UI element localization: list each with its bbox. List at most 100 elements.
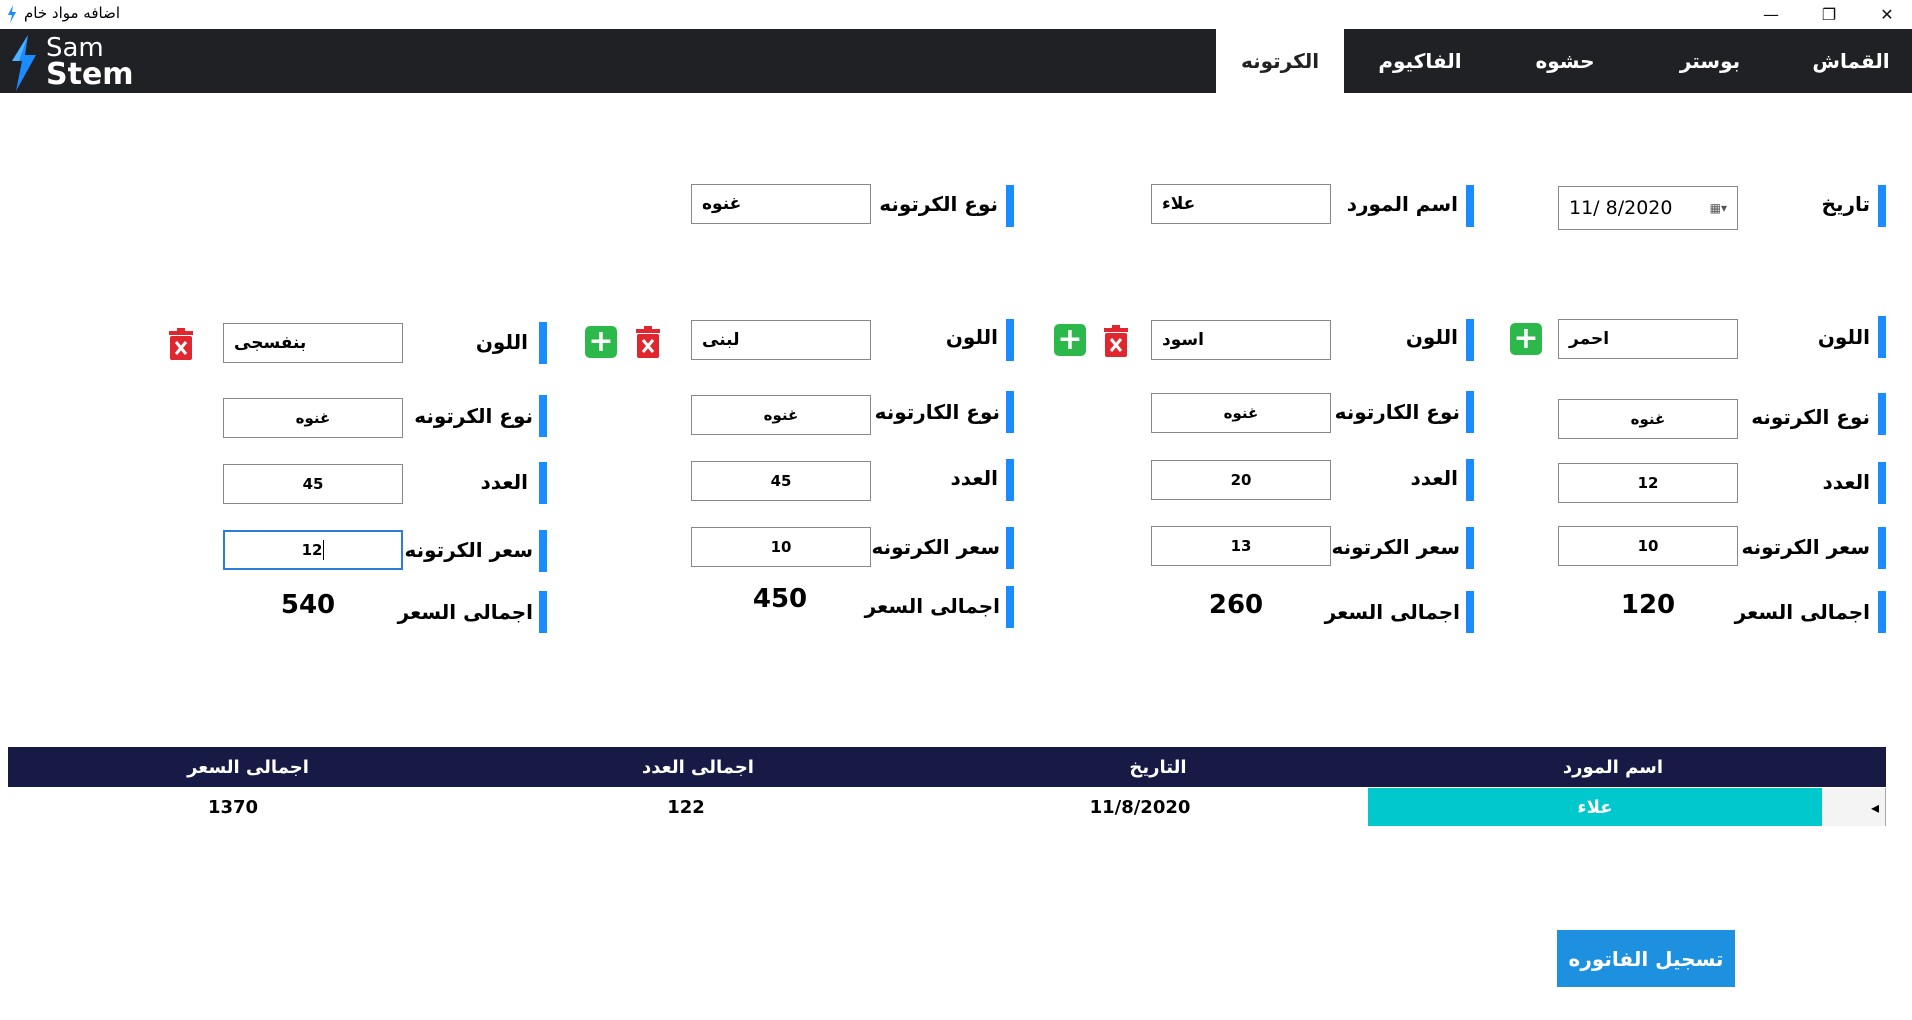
color-input[interactable]: اسود — [1151, 320, 1331, 360]
accent-bar — [1878, 591, 1886, 633]
color-label: اللون — [1405, 325, 1458, 349]
accent-bar — [1466, 527, 1474, 569]
color-input[interactable]: بنفسجى — [223, 323, 403, 363]
count-input[interactable]: 45 — [223, 464, 403, 504]
date-label: تاريخ — [1821, 192, 1870, 216]
grid-cell-date[interactable]: 11/8/2020 — [918, 788, 1362, 826]
type-label: نوع الكارتونه — [1334, 400, 1460, 424]
type-input[interactable]: غنوه — [1151, 393, 1331, 433]
grid-header-total-price[interactable]: اجمالى السعر — [8, 747, 488, 787]
accent-bar — [1466, 391, 1474, 433]
grid-header-total-count[interactable]: اجمالى العدد — [458, 747, 938, 787]
carton-type-input[interactable]: غنوه — [691, 184, 871, 224]
accent-bar — [1006, 391, 1014, 433]
price-input[interactable]: 12 — [223, 530, 403, 570]
accent-bar — [539, 395, 547, 437]
carton-type-label: نوع الكرتونه — [879, 192, 998, 216]
accent-bar — [1466, 591, 1474, 633]
trash-icon — [169, 328, 193, 360]
window-title: اضافه مواد خام — [24, 4, 120, 22]
type-input[interactable]: غنوه — [1558, 399, 1738, 439]
trash-icon — [1104, 325, 1128, 357]
register-invoice-button[interactable]: تسجيل الفاتوره — [1557, 930, 1735, 987]
delete-item-button[interactable] — [1103, 325, 1129, 357]
price-label: سعر الكرتونه — [404, 538, 534, 562]
accent-bar — [1466, 185, 1474, 227]
grid-cell-supplier[interactable]: علاء — [1368, 788, 1822, 826]
price-label: سعر الكرتونه — [1741, 535, 1871, 559]
logo-line2: Stem — [46, 57, 134, 92]
app-icon — [6, 5, 18, 23]
plus-icon: + — [1513, 321, 1539, 356]
total-value: 450 — [752, 584, 808, 614]
tab-fabric[interactable]: القماش — [1790, 29, 1912, 93]
accent-bar — [1006, 586, 1014, 628]
total-value: 120 — [1620, 590, 1676, 620]
tab-carton[interactable]: الكرتونه — [1216, 29, 1344, 93]
total-label: اجمالى السعر — [1734, 600, 1870, 624]
count-input[interactable]: 20 — [1151, 460, 1331, 500]
color-label: اللون — [945, 325, 998, 349]
total-value: 260 — [1208, 590, 1264, 620]
tab-filling[interactable]: حشوه — [1505, 29, 1625, 93]
color-input[interactable]: احمر — [1558, 319, 1738, 359]
tab-poster[interactable]: بوستر — [1650, 29, 1770, 93]
count-label: العدد — [950, 466, 998, 490]
bolt-icon — [8, 35, 38, 95]
plus-icon: + — [588, 324, 614, 359]
color-label: اللون — [1817, 325, 1870, 349]
count-input[interactable]: 12 — [1558, 463, 1738, 503]
accent-bar — [539, 591, 547, 633]
accent-bar — [1006, 527, 1014, 569]
type-input[interactable]: غنوه — [691, 395, 871, 435]
accent-bar — [1006, 459, 1014, 501]
title-bar: اضافه مواد خام — ❐ ✕ — [0, 0, 1912, 29]
delete-item-button[interactable] — [635, 326, 661, 358]
accent-bar — [539, 462, 547, 504]
calendar-dropdown-icon[interactable]: ▦▾ — [1710, 201, 1727, 215]
count-label: العدد — [1410, 466, 1458, 490]
type-label: نوع الكارتونه — [874, 400, 1000, 424]
add-item-button[interactable]: + — [585, 326, 617, 358]
accent-bar — [1878, 185, 1886, 227]
restore-button[interactable]: ❐ — [1806, 0, 1852, 29]
type-input[interactable]: غنوه — [223, 398, 403, 438]
delete-item-button[interactable] — [168, 328, 194, 360]
price-label: سعر الكرتونه — [871, 535, 1001, 559]
add-item-button[interactable]: + — [1054, 324, 1086, 356]
supplier-label: اسم المورد — [1346, 192, 1458, 216]
tab-vacuum[interactable]: الفاكيوم — [1360, 29, 1480, 93]
accent-bar — [1878, 393, 1886, 435]
accent-bar — [1006, 185, 1014, 227]
color-input[interactable]: لبنى — [691, 320, 871, 360]
accent-bar — [1006, 319, 1014, 361]
grid-header-date[interactable]: التاريخ — [918, 747, 1398, 787]
date-value: 11/ 8/2020 — [1569, 197, 1673, 219]
accent-bar — [1878, 316, 1886, 358]
supplier-input[interactable]: علاء — [1151, 184, 1331, 224]
price-input[interactable]: 10 — [691, 527, 871, 567]
total-label: اجمالى السعر — [397, 600, 533, 624]
price-input[interactable]: 13 — [1151, 526, 1331, 566]
grid-cell-total-price[interactable]: 1370 — [8, 788, 458, 826]
type-label: نوع الكرتونه — [1751, 405, 1870, 429]
minimize-button[interactable]: — — [1748, 0, 1794, 29]
accent-bar — [539, 530, 547, 572]
date-picker[interactable]: 11/ 8/2020 ▦▾ — [1558, 186, 1738, 230]
grid-header-supplier[interactable]: اسم المورد — [1368, 747, 1858, 787]
count-input[interactable]: 45 — [691, 461, 871, 501]
type-label: نوع الكرتونه — [414, 404, 533, 428]
header-bar: Sam Stem القماش بوستر حشوه الفاكيوم الكر… — [0, 29, 1912, 93]
grid-header: اسم المورد التاريخ اجمالى العدد اجمالى ا… — [8, 747, 1886, 787]
total-value: 540 — [280, 590, 336, 620]
row-indicator[interactable]: ◂ — [1822, 788, 1886, 826]
total-label: اجمالى السعر — [864, 594, 1000, 618]
plus-icon: + — [1057, 322, 1083, 357]
add-item-button[interactable]: + — [1510, 323, 1542, 355]
accent-bar — [539, 322, 547, 364]
grid-cell-total-count[interactable]: 122 — [458, 788, 914, 826]
price-input[interactable]: 10 — [1558, 526, 1738, 566]
close-button[interactable]: ✕ — [1864, 0, 1910, 29]
accent-bar — [1878, 462, 1886, 504]
row-pointer-icon: ◂ — [1870, 797, 1879, 817]
